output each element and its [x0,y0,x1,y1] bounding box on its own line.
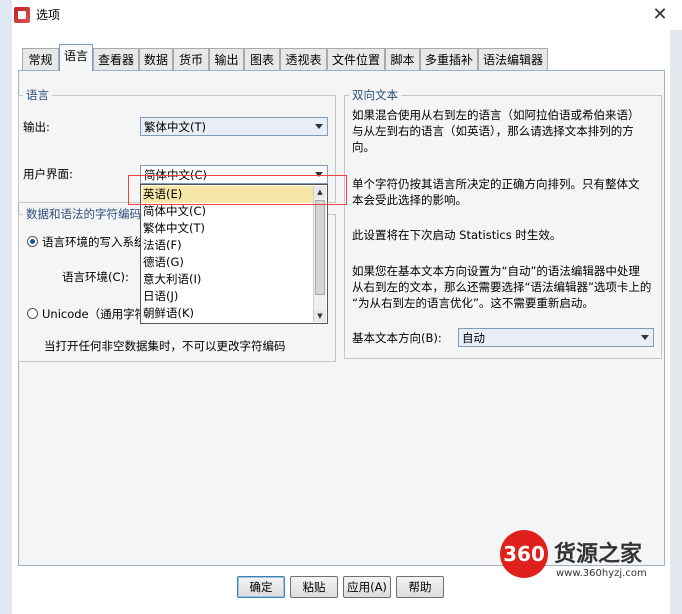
option-french[interactable]: 法语(F) [142,237,315,254]
help-button[interactable]: 帮助 [396,576,444,598]
bidi-paragraph-2: 单个字符仍按其语言所决定的正确方向排列。只有整体文 本会受此选择的影响。 [352,176,640,208]
logo-360-badge: 360 [500,530,548,578]
ui-language-dropdown-list: 英语(E) 简体中文(C) 繁体中文(T) 法语(F) 德语(G) 意大利语(I… [140,184,328,324]
paste-button[interactable]: 粘贴 [290,576,338,598]
output-language-value: 繁体中文(T) [144,120,206,134]
tab-scripts[interactable]: 脚本 [385,48,420,70]
bidi-group-legend: 双向文本 [349,87,401,103]
tab-general[interactable]: 常规 [22,48,59,70]
output-language-select[interactable]: 繁体中文(T) [140,117,328,136]
option-traditional-chinese[interactable]: 繁体中文(T) [142,220,315,237]
tab-strip: 常规 语言 查看器 数据 货币 输出 图表 透视表 文件位置 脚本 多重插补 语… [22,44,662,71]
base-text-direction-select[interactable]: 自动 [458,328,654,347]
tab-pivot-tables[interactable]: 透视表 [280,48,327,70]
bidi-p3-line-1: 此设置将在下次启动 Statistics 时生效。 [352,228,562,242]
base-text-direction-value: 自动 [462,331,485,345]
output-language-label: 输出: [23,120,50,134]
locale-label: 语言环境(C): [62,270,129,284]
ui-language-label: 用户界面: [23,167,73,181]
encoding-note: 当打开任何非空数据集时，不可以更改字符编码 [44,339,286,353]
bidi-p4-line-1: 如果您在基本文本方向设置为“自动”的语法编辑器中处理 [352,264,640,278]
bidi-p2-line-1: 单个字符仍按其语言所决定的正确方向排列。只有整体文 [352,177,640,191]
chevron-down-icon [641,335,649,340]
option-simplified-chinese[interactable]: 简体中文(C) [142,203,315,220]
option-german[interactable]: 德语(G) [142,254,315,271]
bidi-p1-line-3: 向。 [352,140,375,154]
base-text-direction-label: 基本文本方向(B): [352,331,442,345]
bidi-p4-line-2: 从右到左的文本，那么还需要选择“语法编辑器”选项卡上的 [352,280,652,294]
bidi-paragraph-3: 此设置将在下次启动 Statistics 时生效。 [352,227,561,243]
dropdown-scrollbar[interactable]: ▲ ▼ [313,186,326,322]
option-italian[interactable]: 意大利语(I) [142,271,315,288]
tab-syntax-editor[interactable]: 语法编辑器 [478,48,548,70]
tab-language[interactable]: 语言 [59,44,93,71]
tab-currency[interactable]: 货币 [173,48,209,70]
close-icon[interactable]: ✕ [648,4,672,26]
highlight-annotation-box [128,175,347,205]
bidi-paragraph-1: 如果混合使用从右到左的语言（如阿拉伯语或希伯来语） 与从左到右的语言（如英语），… [352,107,640,155]
scrollbar-thumb[interactable] [315,200,325,295]
tab-multiple-imputation[interactable]: 多重插补 [420,48,478,70]
language-group-legend: 语言 [23,87,52,103]
option-japanese[interactable]: 日语(J) [142,288,315,305]
logo-site-name: 货源之家 [554,542,643,567]
tab-viewer[interactable]: 查看器 [93,48,139,70]
tab-data[interactable]: 数据 [139,48,173,70]
logo-url: www.360hyzj.com [556,568,647,579]
app-icon [14,7,30,23]
bidi-p1-line-2: 与从左到右的语言（如英语），那么请选择文本排列的方 [352,124,634,138]
bidi-p2-line-2: 本会受此选择的影响。 [352,193,467,207]
ok-button[interactable]: 确定 [237,576,285,598]
radio-unicode-label: Unicode（通用字符 [42,307,147,321]
radio-locale-writing-system[interactable] [27,236,38,247]
bidi-paragraph-4: 如果您在基本文本方向设置为“自动”的语法编辑器中处理 从右到左的文本，那么还需要… [352,263,651,311]
bidi-p4-line-3: “为从右到左的语言优化”。这不需要重新启动。 [352,296,594,310]
tab-charts[interactable]: 图表 [244,48,280,70]
watermark-logo: 360 货源之家 www.360hyzj.com [498,528,682,586]
window-title: 选项 [36,8,61,22]
option-korean[interactable]: 朝鲜语(K) [142,305,315,322]
scroll-down-icon[interactable]: ▼ [314,310,326,322]
radio-locale-label: 语言环境的写入系统 [42,235,146,249]
chevron-down-icon [315,124,323,129]
bidi-p1-line-1: 如果混合使用从右到左的语言（如阿拉伯语或希伯来语） [352,108,640,122]
tab-output[interactable]: 输出 [209,48,244,70]
encoding-group-legend: 数据和语法的字符编码 [23,206,144,222]
tab-file-locations[interactable]: 文件位置 [327,48,385,70]
background-right-strip [670,30,682,614]
radio-unicode[interactable] [27,308,38,319]
background-left-strip [0,0,12,614]
apply-button[interactable]: 应用(A) [343,576,391,598]
